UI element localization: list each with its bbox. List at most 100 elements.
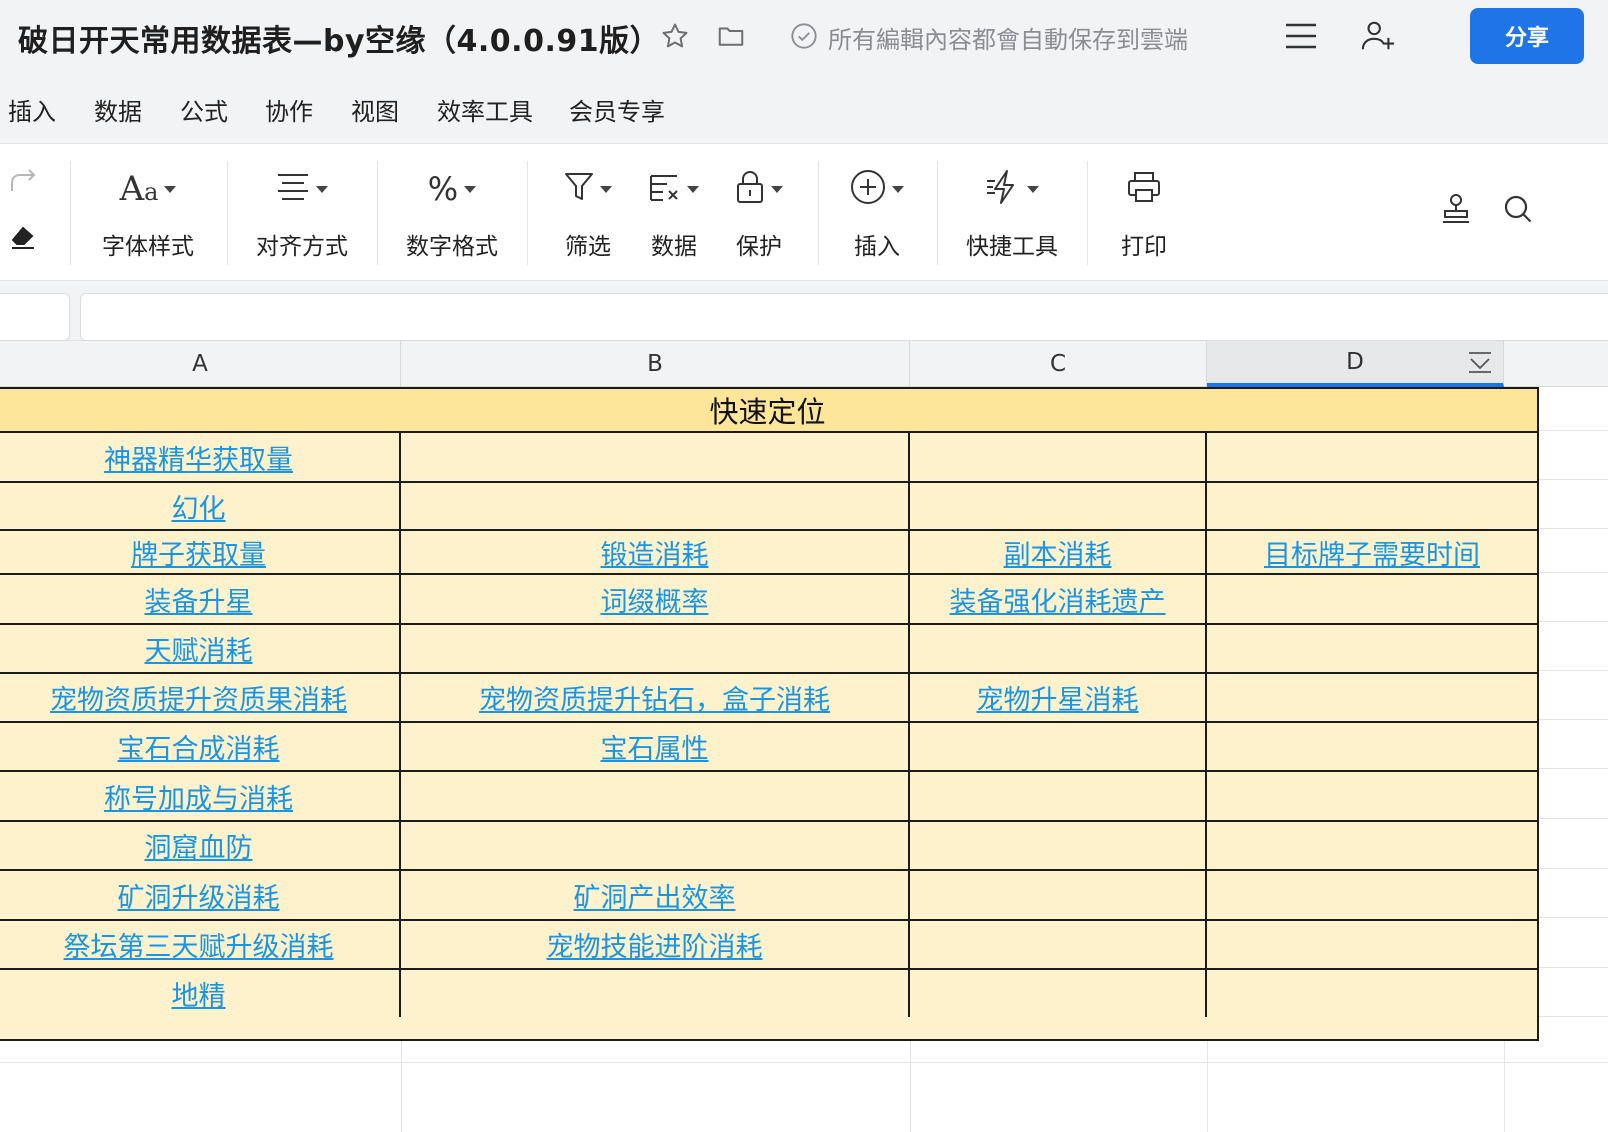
cell-link[interactable]: 装备升星 bbox=[145, 580, 253, 619]
table-cell[interactable] bbox=[401, 625, 910, 672]
data-tool[interactable]: 数据 bbox=[646, 165, 702, 261]
name-box[interactable] bbox=[0, 293, 70, 341]
column-header-b[interactable]: B bbox=[401, 341, 910, 387]
table-cell[interactable]: 祭坛第三天赋升级消耗 bbox=[0, 921, 401, 968]
cell-link[interactable]: 幻化 bbox=[172, 487, 226, 526]
table-cell[interactable] bbox=[401, 483, 910, 529]
cell-link[interactable]: 宝石合成消耗 bbox=[118, 727, 280, 766]
insert-tool[interactable]: 插入 bbox=[845, 165, 909, 261]
table-cell[interactable] bbox=[1207, 871, 1537, 919]
table-cell[interactable]: 宠物资质提升钻石，盒子消耗 bbox=[401, 674, 910, 721]
font-style-tool[interactable]: Aa 字体样式 bbox=[100, 165, 196, 261]
table-cell[interactable] bbox=[1207, 674, 1537, 721]
eraser-icon[interactable] bbox=[8, 221, 38, 255]
cell-link[interactable]: 装备强化消耗遗产 bbox=[950, 580, 1166, 619]
cell-link[interactable]: 目标牌子需要时间 bbox=[1264, 533, 1480, 572]
cell-link[interactable]: 地精 bbox=[172, 974, 226, 1013]
table-cell[interactable] bbox=[910, 970, 1207, 1017]
cell-link[interactable]: 锻造消耗 bbox=[601, 533, 709, 572]
add-user-icon[interactable] bbox=[1360, 18, 1396, 54]
stamp-icon[interactable] bbox=[1440, 193, 1472, 229]
table-cell[interactable] bbox=[401, 822, 910, 869]
table-cell[interactable]: 装备强化消耗遗产 bbox=[910, 575, 1207, 623]
table-cell[interactable]: 称号加成与消耗 bbox=[0, 772, 401, 820]
search-icon[interactable] bbox=[1502, 193, 1534, 229]
formula-input[interactable] bbox=[80, 293, 1608, 341]
table-cell[interactable] bbox=[1207, 970, 1537, 1017]
cell-link[interactable]: 牌子获取量 bbox=[131, 533, 266, 572]
table-cell[interactable]: 天赋消耗 bbox=[0, 625, 401, 672]
table-cell[interactable] bbox=[1207, 723, 1537, 770]
alignment-tool[interactable]: 对齐方式 bbox=[254, 165, 350, 261]
table-cell[interactable]: 目标牌子需要时间 bbox=[1207, 531, 1537, 573]
table-cell[interactable]: 宝石属性 bbox=[401, 723, 910, 770]
table-cell[interactable] bbox=[1207, 575, 1537, 623]
number-format-tool[interactable]: % 数字格式 bbox=[404, 165, 500, 261]
table-cell[interactable]: 装备升星 bbox=[0, 575, 401, 623]
cell-link[interactable]: 宠物升星消耗 bbox=[977, 678, 1139, 717]
menu-icon[interactable] bbox=[1283, 18, 1319, 54]
table-cell[interactable] bbox=[1207, 772, 1537, 820]
menu-member[interactable]: 会员专享 bbox=[569, 92, 665, 127]
table-cell[interactable] bbox=[1207, 433, 1537, 481]
table-cell[interactable] bbox=[910, 483, 1207, 529]
table-cell[interactable] bbox=[910, 433, 1207, 481]
table-cell[interactable] bbox=[910, 772, 1207, 820]
cell-link[interactable]: 词缀概率 bbox=[601, 580, 709, 619]
menu-view[interactable]: 视图 bbox=[351, 92, 399, 127]
table-cell[interactable]: 词缀概率 bbox=[401, 575, 910, 623]
document-title[interactable]: 破日开天常用数据表—by空缘（4.0.0.91版） bbox=[18, 16, 660, 60]
table-cell[interactable] bbox=[401, 772, 910, 820]
table-cell[interactable]: 矿洞升级消耗 bbox=[0, 871, 401, 919]
table-cell[interactable]: 宠物资质提升资质果消耗 bbox=[0, 674, 401, 721]
table-cell[interactable]: 洞窟血防 bbox=[0, 822, 401, 869]
table-cell[interactable] bbox=[401, 970, 910, 1017]
menu-formula[interactable]: 公式 bbox=[180, 92, 228, 127]
column-filter-icon[interactable] bbox=[1467, 349, 1493, 381]
redo-icon[interactable] bbox=[8, 167, 38, 199]
cell-link[interactable]: 洞窟血防 bbox=[145, 826, 253, 865]
table-cell[interactable]: 宝石合成消耗 bbox=[0, 723, 401, 770]
filter-tool[interactable]: 筛选 bbox=[560, 165, 616, 261]
table-cell[interactable] bbox=[910, 625, 1207, 672]
menu-efficiency-tools[interactable]: 效率工具 bbox=[437, 92, 533, 127]
folder-icon[interactable] bbox=[713, 18, 749, 54]
table-cell[interactable]: 牌子获取量 bbox=[0, 531, 401, 573]
table-cell[interactable]: 神器精华获取量 bbox=[0, 433, 401, 481]
table-cell[interactable]: 宠物升星消耗 bbox=[910, 674, 1207, 721]
table-cell[interactable]: 幻化 bbox=[0, 483, 401, 529]
menu-insert[interactable]: 插入 bbox=[8, 92, 56, 127]
column-header-a[interactable]: A bbox=[0, 341, 401, 387]
cell-link[interactable]: 宠物资质提升资质果消耗 bbox=[50, 678, 347, 717]
table-cell[interactable]: 地精 bbox=[0, 970, 401, 1017]
table-cell[interactable] bbox=[1207, 625, 1537, 672]
cell-link[interactable]: 副本消耗 bbox=[1004, 533, 1112, 572]
cell-link[interactable]: 宠物资质提升钻石，盒子消耗 bbox=[479, 678, 830, 717]
table-header[interactable]: 快速定位 bbox=[0, 389, 1537, 433]
cell-link[interactable]: 矿洞产出效率 bbox=[574, 876, 736, 915]
table-cell[interactable] bbox=[910, 921, 1207, 968]
column-header-d[interactable]: D bbox=[1207, 341, 1504, 387]
table-cell[interactable]: 副本消耗 bbox=[910, 531, 1207, 573]
menu-data[interactable]: 数据 bbox=[94, 92, 142, 127]
table-cell[interactable] bbox=[1207, 483, 1537, 529]
table-cell[interactable] bbox=[910, 723, 1207, 770]
column-header-c[interactable]: C bbox=[910, 341, 1207, 387]
cell-link[interactable]: 宠物技能进阶消耗 bbox=[547, 925, 763, 964]
table-cell[interactable]: 矿洞产出效率 bbox=[401, 871, 910, 919]
table-cell[interactable] bbox=[1207, 822, 1537, 869]
cell-link[interactable]: 祭坛第三天赋升级消耗 bbox=[64, 925, 334, 964]
table-cell[interactable] bbox=[910, 822, 1207, 869]
cell-link[interactable]: 天赋消耗 bbox=[145, 629, 253, 668]
table-cell[interactable]: 锻造消耗 bbox=[401, 531, 910, 573]
table-cell[interactable] bbox=[910, 871, 1207, 919]
protect-tool[interactable]: 保护 bbox=[731, 165, 787, 261]
cell-link[interactable]: 宝石属性 bbox=[601, 727, 709, 766]
cell-link[interactable]: 矿洞升级消耗 bbox=[118, 876, 280, 915]
cell-link[interactable]: 称号加成与消耗 bbox=[104, 777, 293, 816]
share-button[interactable]: 分享 bbox=[1470, 8, 1584, 64]
table-cell[interactable]: 宠物技能进阶消耗 bbox=[401, 921, 910, 968]
menu-collaborate[interactable]: 协作 bbox=[265, 92, 313, 127]
cell-link[interactable]: 神器精华获取量 bbox=[104, 438, 293, 477]
print-tool[interactable]: 打印 bbox=[1116, 165, 1172, 261]
